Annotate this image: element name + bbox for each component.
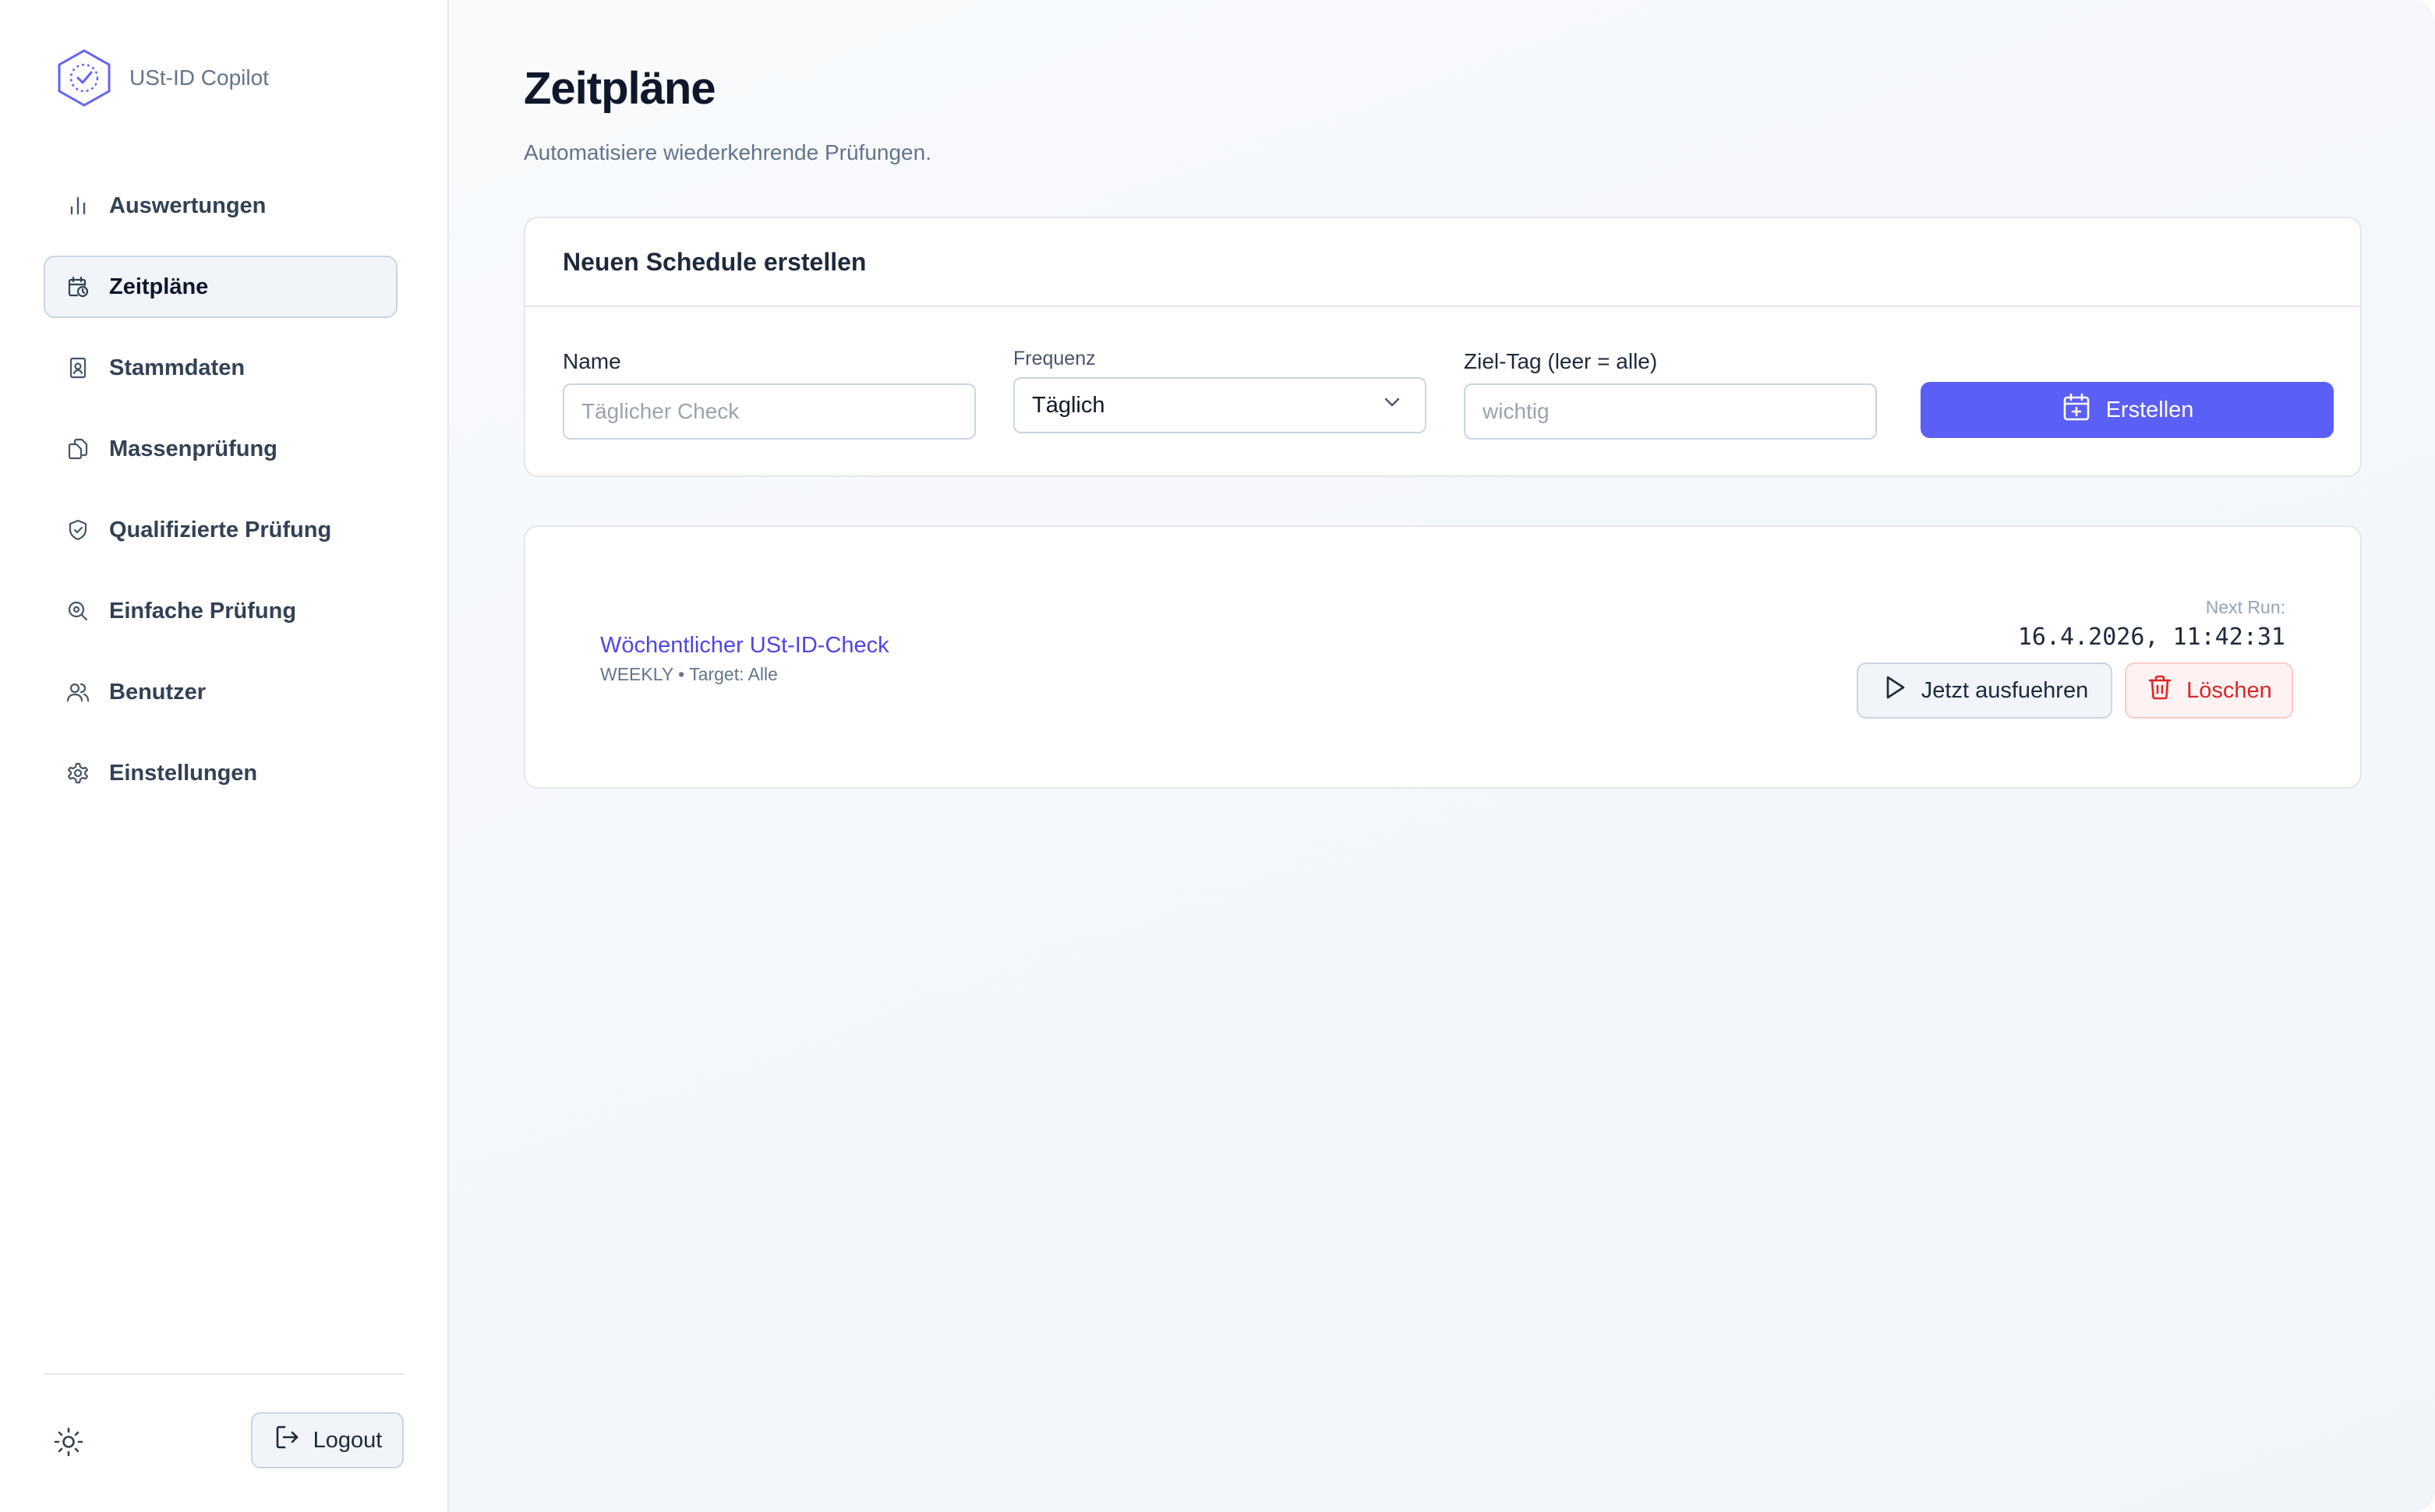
sidebar-item-einfache-pruefung[interactable]: Einfache Prüfung (44, 580, 398, 642)
search-icon (65, 599, 90, 624)
sidebar-item-qualifizierte-pruefung[interactable]: Qualifizierte Prüfung (44, 499, 398, 561)
logout-icon (273, 1423, 301, 1457)
logout-button[interactable]: Logout (251, 1412, 404, 1468)
sidebar-item-label: Stammdaten (109, 355, 246, 380)
sidebar-item-massenpruefung[interactable]: Massenprüfung (44, 418, 398, 480)
frequency-label: Frequenz (1013, 348, 1096, 369)
schedule-meta: WEEKLY • Target: Alle (600, 664, 778, 684)
calendar-plus-icon (2061, 391, 2092, 429)
name-input[interactable] (563, 383, 976, 440)
sidebar-item-zeitplaene[interactable]: Zeitpläne (44, 256, 398, 318)
sidebar-item-stammdaten[interactable]: Stammdaten (44, 337, 398, 399)
run-now-button[interactable]: Jetzt ausfuehren (1857, 662, 2112, 719)
frequency-value: Täglich (1032, 392, 1105, 418)
name-label: Name (563, 349, 621, 373)
sun-icon (53, 1426, 84, 1461)
files-icon (65, 436, 90, 461)
sidebar-item-auswertungen[interactable]: Auswertungen (44, 175, 398, 237)
users-icon (65, 680, 90, 705)
delete-label: Löschen (2186, 677, 2272, 703)
page-subtitle: Automatisiere wiederkehrende Prüfungen. (524, 140, 931, 164)
tag-label: Ziel-Tag (leer = alle) (1464, 349, 1658, 373)
tag-input[interactable] (1464, 383, 1877, 440)
bar-chart-icon (65, 193, 90, 218)
play-icon (1881, 673, 1909, 708)
contact-book-icon (65, 355, 90, 380)
hexagon-check-logo-icon (56, 48, 112, 108)
gear-icon (65, 761, 90, 786)
run-now-label: Jetzt ausfuehren (1921, 677, 2089, 703)
create-schedule-header: Neuen Schedule erstellen (525, 218, 2360, 307)
next-run-label: Next Run: (2205, 597, 2285, 617)
sidebar-item-label: Auswertungen (109, 193, 267, 218)
schedule-name-link[interactable]: Wöchentlicher USt-ID-Check (600, 633, 889, 659)
create-button-label: Erstellen (2105, 397, 2194, 422)
sidebar-item-einstellungen[interactable]: Einstellungen (44, 742, 398, 804)
sidebar-item-label: Zeitpläne (109, 274, 209, 299)
theme-toggle-button[interactable] (51, 1426, 86, 1461)
sidebar-item-label: Benutzer (109, 679, 207, 705)
app-window: USt-ID Copilot Auswertungen Zeitpläne St… (0, 0, 2435, 1512)
frequency-select[interactable]: Täglich (1013, 377, 1426, 433)
chevron-down-icon (1381, 391, 1403, 419)
page-title: Zeitpläne (524, 63, 716, 114)
logout-label: Logout (313, 1427, 383, 1453)
sidebar-item-label: Einfache Prüfung (109, 598, 297, 624)
main-content: Zeitpläne Automatisiere wiederkehrende P… (449, 0, 2435, 1512)
sidebar-item-label: Einstellungen (109, 760, 258, 786)
sidebar-item-label: Qualifizierte Prüfung (109, 517, 332, 542)
create-schedule-card: Neuen Schedule erstellen Name Frequenz T… (524, 217, 2362, 477)
delete-button[interactable]: Löschen (2125, 662, 2293, 719)
sidebar-divider (44, 1373, 404, 1375)
trash-icon (2146, 673, 2174, 708)
sidebar: USt-ID Copilot Auswertungen Zeitpläne St… (0, 0, 449, 1512)
calendar-clock-icon (65, 274, 90, 299)
create-button[interactable]: Erstellen (1921, 382, 2334, 438)
brand-name: USt-ID Copilot (129, 65, 269, 90)
shield-check-icon (65, 518, 90, 542)
sidebar-item-label: Massenprüfung (109, 436, 277, 461)
brand[interactable]: USt-ID Copilot (56, 48, 269, 108)
next-run-value: 16.4.2026, 11:42:31 (2017, 624, 2285, 651)
sidebar-nav: Auswertungen Zeitpläne Stammdaten Massen… (44, 175, 398, 823)
sidebar-item-benutzer[interactable]: Benutzer (44, 661, 398, 723)
schedule-list-card: Wöchentlicher USt-ID-Check WEEKLY • Targ… (524, 525, 2362, 789)
